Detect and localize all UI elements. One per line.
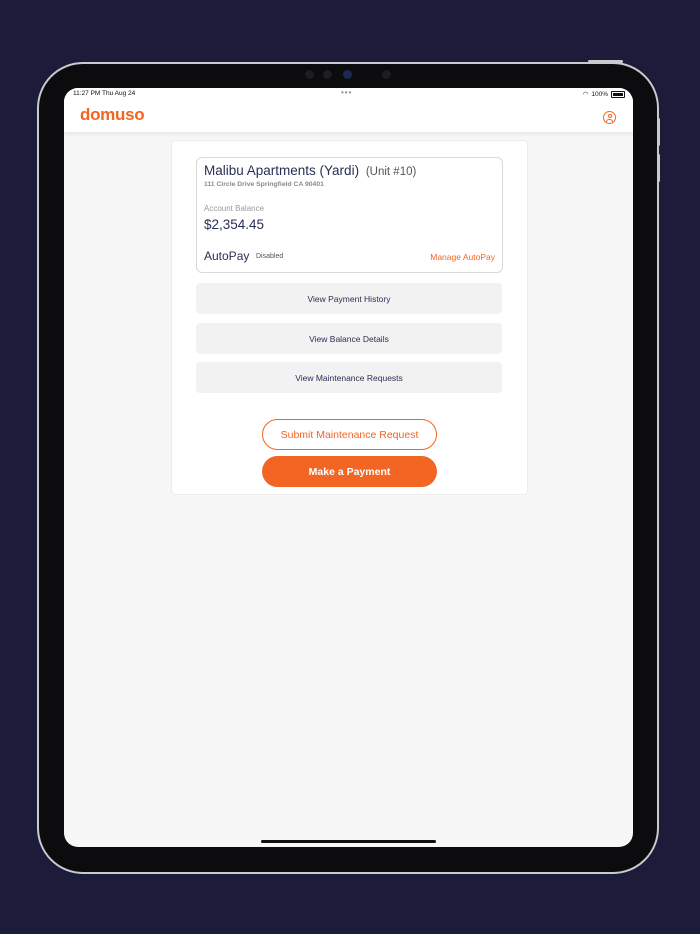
- battery-icon: [611, 90, 625, 98]
- status-right: ◠ 100%: [583, 90, 625, 98]
- camera-icon: [323, 70, 332, 79]
- status-bar: 11:27 PM Thu Aug 24 ••• ◠ 100%: [64, 88, 633, 100]
- balance-label: Account Balance: [204, 204, 265, 213]
- dashboard-card: Malibu Apartments (Yardi) (Unit #10) 111…: [171, 140, 528, 495]
- home-indicator[interactable]: [261, 840, 436, 843]
- property-name: Malibu Apartments (Yardi): [204, 163, 360, 178]
- camera-icon: [305, 70, 314, 79]
- status-time: 11:27 PM Thu Aug 24: [73, 90, 136, 97]
- screen: 11:27 PM Thu Aug 24 ••• ◠ 100% domuso Ma…: [64, 88, 633, 847]
- balance-value: $2,354.45: [204, 217, 265, 232]
- camera-icon: [382, 70, 391, 79]
- volume-button: [588, 60, 623, 63]
- property-address: 111 Circle Drive Springfield CA 90401: [204, 181, 324, 188]
- app-header: domuso: [64, 100, 633, 132]
- property-card: Malibu Apartments (Yardi) (Unit #10) 111…: [196, 157, 503, 273]
- manage-autopay-link[interactable]: Manage AutoPay: [430, 252, 495, 262]
- multitask-dots[interactable]: •••: [341, 88, 352, 97]
- autopay-status: Disabled: [256, 253, 284, 260]
- power-button-2: [657, 154, 660, 182]
- camera-icon: [343, 70, 352, 79]
- property-title: Malibu Apartments (Yardi) (Unit #10): [204, 163, 416, 178]
- view-payment-history-button[interactable]: View Payment History: [196, 283, 502, 314]
- user-circle-icon[interactable]: [603, 111, 616, 124]
- view-maintenance-requests-button[interactable]: View Maintenance Requests: [196, 362, 502, 393]
- domuso-logo[interactable]: domuso: [80, 105, 145, 125]
- power-button: [657, 118, 660, 146]
- autopay-label: AutoPay: [204, 249, 250, 263]
- property-unit: (Unit #10): [365, 166, 417, 178]
- battery-percent: 100%: [591, 90, 608, 98]
- submit-maintenance-request-button[interactable]: Submit Maintenance Request: [262, 419, 437, 450]
- wifi-icon: ◠: [582, 91, 589, 98]
- camera-bar: [300, 70, 400, 80]
- view-balance-details-button[interactable]: View Balance Details: [196, 323, 502, 354]
- make-payment-button[interactable]: Make a Payment: [262, 456, 437, 487]
